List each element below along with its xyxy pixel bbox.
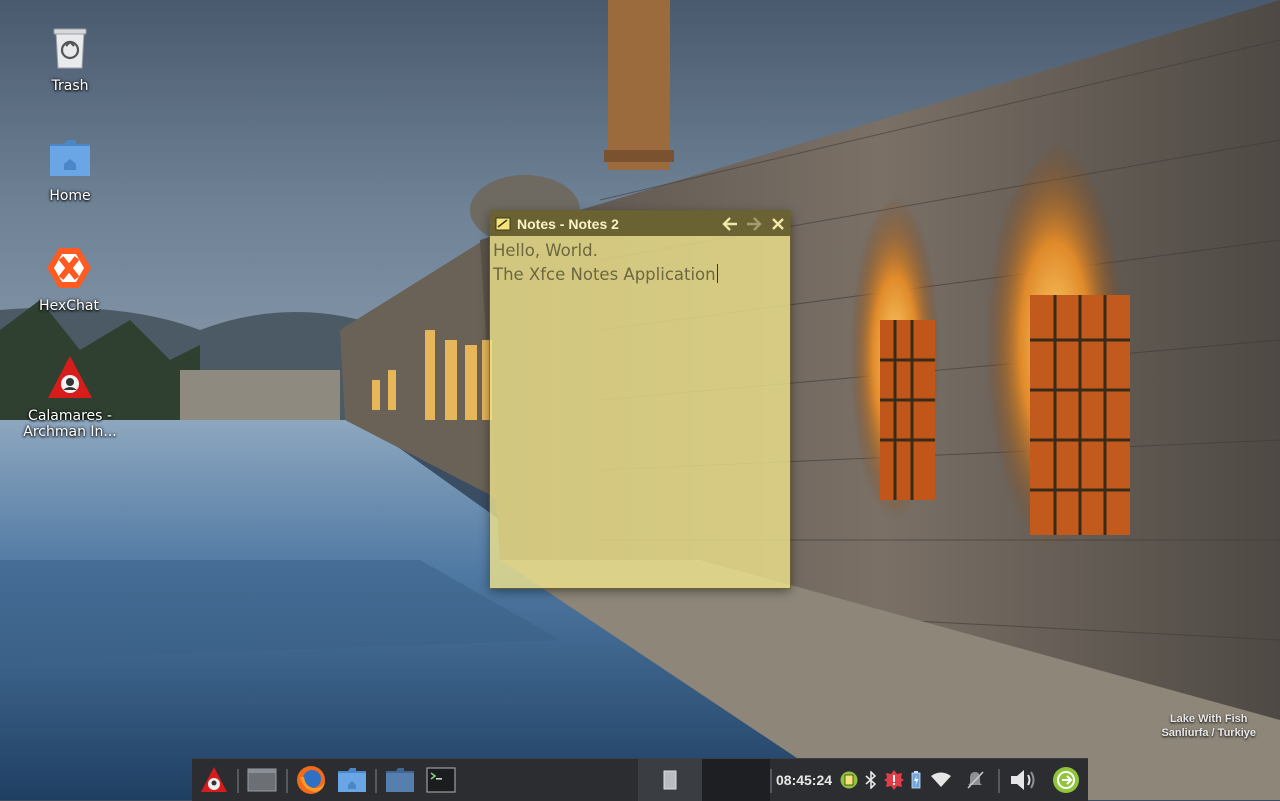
desktop-icon-hexchat[interactable]: HexChat [21,244,117,314]
file-manager-launcher[interactable] [382,759,418,801]
firefox-launcher[interactable] [293,759,329,801]
update-notifier-icon [884,770,904,790]
desktop-icon-calamares[interactable]: Calamares - Archman In... [22,354,118,440]
workspace-1-button[interactable] [638,759,702,801]
wifi-icon [931,772,951,787]
next-note-button[interactable] [742,213,766,235]
workspace-window-icon [663,770,677,790]
desktop-icon-label: Trash [51,78,89,94]
panel-separator [998,769,1000,793]
desktop-icon-trash[interactable]: Trash [22,24,118,94]
wallpaper-caption: Lake With Fish Sanliurfa / Turkiye [1161,712,1256,740]
session-logout-icon [1053,767,1079,793]
bottom-panel: 08:45:24 [192,758,1088,801]
update-notifier-button[interactable] [882,759,906,801]
wifi-tray-button[interactable] [928,759,954,801]
firefox-icon [297,766,325,794]
wallpaper-caption-line: Lake With Fish [1169,713,1248,725]
calamares-installer-icon [48,356,92,398]
note-text-area[interactable]: Hello, World. The Xfce Notes Application [490,236,790,290]
volume-icon [1011,770,1035,790]
notes-app-icon[interactable] [495,216,511,232]
bluetooth-icon [865,771,877,789]
home-folder-icon [50,140,90,176]
hexchat-icon [47,248,91,288]
desktop-icon-home[interactable]: Home [22,134,118,204]
battery-icon [911,771,921,789]
notifications-muted-icon [967,771,984,789]
desktop-icon-label: Home [49,188,91,204]
note-line: The Xfce Notes Application [493,265,716,284]
trash-icon [53,28,87,69]
home-folder-launcher[interactable] [334,759,370,801]
session-logout-button[interactable] [1048,759,1084,801]
note-line-with-caret: The Xfce Notes Application [493,263,787,287]
battery-tray-button[interactable] [906,759,926,801]
panel-separator [237,769,239,793]
text-cursor [716,264,718,283]
workspace-2-button[interactable] [702,759,770,801]
notes-titlebar[interactable]: Notes - Notes 2 [490,211,790,236]
notes-tray-button[interactable] [838,759,860,801]
show-desktop-icon [247,768,277,792]
panel-separator [770,769,772,793]
home-folder-icon [338,768,366,792]
notes-window-title: Notes - Notes 2 [517,215,619,232]
desktop-icon-label: HexChat [39,298,99,314]
notes-tray-icon [840,771,858,789]
show-desktop-button[interactable] [244,759,280,801]
note-line: Hello, World. [493,241,598,260]
arrow-left-icon [722,216,737,231]
volume-control-button[interactable] [1006,759,1042,801]
clock[interactable]: 08:45:24 [776,759,832,801]
previous-note-button[interactable] [718,213,742,235]
archman-menu-icon [201,767,227,792]
terminal-launcher[interactable] [423,759,459,801]
panel-separator [286,769,288,793]
applications-menu-button[interactable] [196,759,232,801]
bluetooth-tray-button[interactable] [860,759,882,801]
close-button[interactable] [766,213,790,235]
terminal-icon [426,767,456,793]
notifications-tray-button[interactable] [962,759,988,801]
close-icon [772,217,784,230]
panel-separator [375,769,377,793]
arrow-right-icon [747,216,762,231]
file-manager-icon [386,768,414,792]
wallpaper-caption-line: Sanliurfa / Turkiye [1161,727,1256,739]
desktop-icon-label: Calamares - Archman In... [23,408,117,440]
notes-window[interactable]: Notes - Notes 2 Hello, World. The Xfce No… [490,211,790,588]
